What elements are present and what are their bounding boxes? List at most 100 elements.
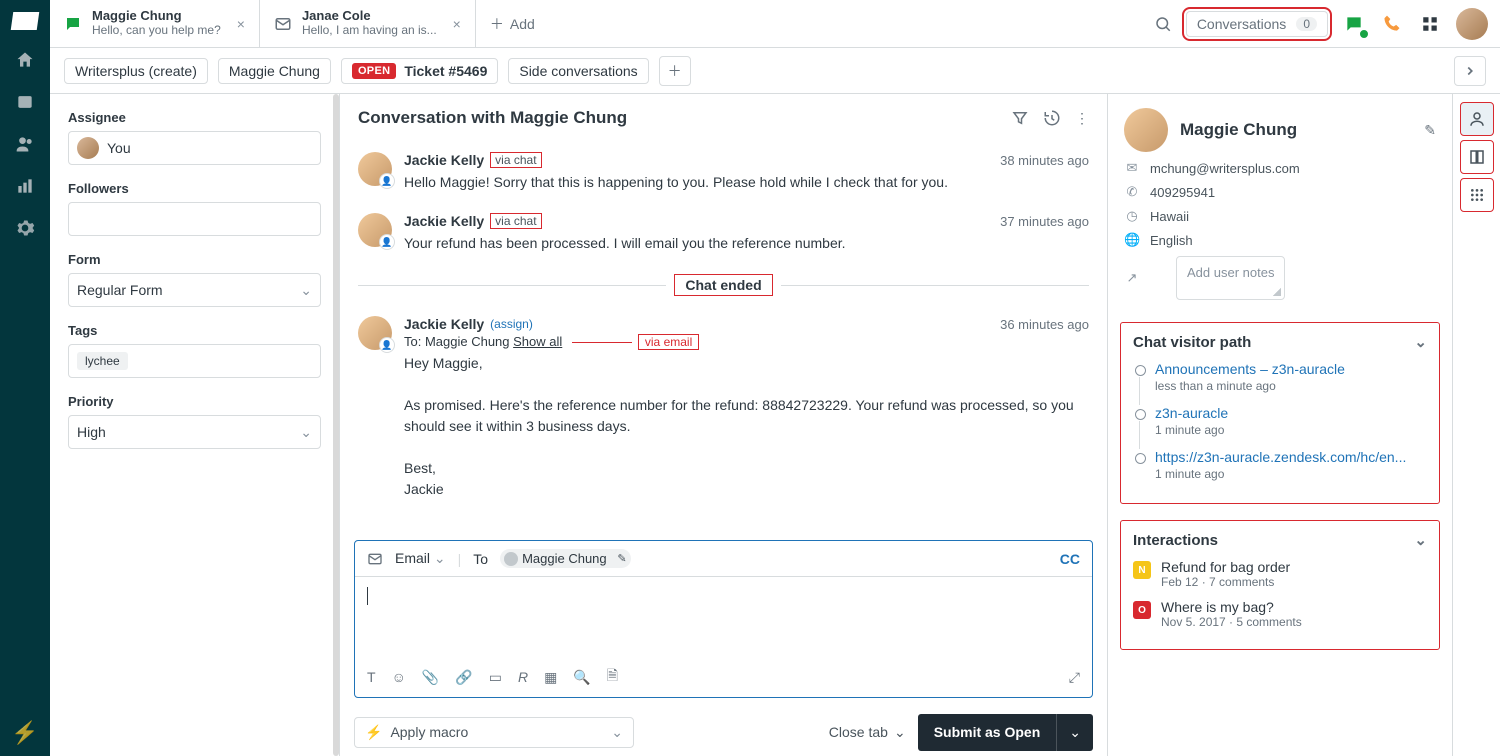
- assign-link[interactable]: (assign): [490, 317, 533, 331]
- chat-bubble-icon: [64, 15, 82, 33]
- status-badge: OPEN: [352, 63, 396, 79]
- link-icon[interactable]: 🔗: [455, 669, 472, 686]
- close-tab-button[interactable]: Close tab ⌄: [829, 724, 906, 741]
- to-label: To: [473, 551, 488, 567]
- search-kb-icon[interactable]: 🔍: [573, 669, 590, 686]
- visitor-path-card: Chat visitor path⌄ Announcements – z3n-a…: [1120, 322, 1440, 504]
- tags-field[interactable]: lychee: [68, 344, 321, 378]
- phone-icon[interactable]: [1380, 12, 1404, 36]
- search-icon[interactable]: [1154, 15, 1172, 33]
- chat-icon[interactable]: [1342, 12, 1366, 36]
- home-icon[interactable]: [13, 48, 37, 72]
- attachment-icon[interactable]: 📎: [422, 669, 439, 686]
- add-tab-button[interactable]: ＋Add: [476, 0, 549, 47]
- customer-card: Maggie Chung ✎ ✉mchung@writersplus.com ✆…: [1108, 94, 1452, 314]
- path-item[interactable]: https://z3n-auracle.zendesk.com/hc/en...…: [1133, 449, 1427, 481]
- reply-composer: Email ⌄ | To Maggie Chung✎ CC T ☺ 📎 🔗 ▭ …: [354, 540, 1093, 698]
- add-side-conversation-button[interactable]: ＋: [659, 56, 691, 86]
- zendesk-logo-icon: ⚡: [11, 720, 38, 746]
- views-icon[interactable]: [13, 90, 37, 114]
- globe-icon: 🌐: [1124, 232, 1140, 248]
- edit-icon[interactable]: ✎: [617, 552, 626, 565]
- assignee-field[interactable]: You: [68, 131, 321, 165]
- knowledge-icon[interactable]: [1460, 140, 1494, 174]
- status-badge: N: [1133, 561, 1151, 579]
- show-all-link[interactable]: Show all: [513, 334, 562, 349]
- chevron-down-icon: ⌄: [300, 282, 312, 299]
- requester-pill[interactable]: Maggie Chung: [218, 58, 331, 84]
- expand-composer-icon[interactable]: ⤢: [1069, 669, 1080, 686]
- chevron-down-icon[interactable]: ⌄: [1414, 531, 1427, 549]
- conversation-title: Conversation with Maggie Chung: [358, 108, 997, 128]
- user-context-icon[interactable]: [1460, 102, 1494, 136]
- status-badge: O: [1133, 601, 1151, 619]
- context-panel: Maggie Chung ✎ ✉mchung@writersplus.com ✆…: [1107, 94, 1452, 756]
- tab-title: Maggie Chung: [92, 9, 221, 23]
- message: 👤 Jackie Kellyvia chat38 minutes ago Hel…: [358, 142, 1089, 203]
- filter-icon[interactable]: [1011, 109, 1029, 127]
- annotation-line: [572, 342, 632, 343]
- customers-icon[interactable]: [13, 132, 37, 156]
- interaction-item[interactable]: N Refund for bag orderFeb 12 · 7 comment…: [1133, 559, 1427, 589]
- cc-button[interactable]: CC: [1060, 551, 1080, 567]
- table-icon[interactable]: ▦: [544, 669, 557, 686]
- user-notes-field[interactable]: Add user notes: [1176, 256, 1285, 300]
- followers-label: Followers: [68, 181, 321, 196]
- admin-icon[interactable]: [13, 216, 37, 240]
- tags-label: Tags: [68, 323, 321, 338]
- avatar: 👤: [358, 152, 392, 186]
- tab-maggie[interactable]: Maggie Chung Hello, can you help me? ×: [50, 0, 260, 47]
- interaction-item[interactable]: O Where is my bag?Nov 5. 2017 · 5 commen…: [1133, 599, 1427, 629]
- emoji-icon[interactable]: ☺: [392, 669, 406, 685]
- path-item[interactable]: z3n-auracle1 minute ago: [1133, 405, 1427, 437]
- ticket-footer: ⚡Apply macro⌄ Close tab ⌄ Submit as Open…: [340, 708, 1107, 756]
- text-format-icon[interactable]: T: [367, 669, 376, 685]
- chevron-down-icon: ⌄: [611, 724, 623, 741]
- tab-janae[interactable]: Janae Cole Hello, I am having an is... ×: [260, 0, 476, 47]
- file-icon[interactable]: 🗎: [607, 665, 618, 689]
- composer-textarea[interactable]: [355, 577, 1092, 657]
- conversation-panel: Conversation with Maggie Chung ⋮ 👤 Jacki…: [340, 94, 1107, 756]
- brand-logo: [11, 12, 40, 30]
- close-icon[interactable]: ×: [237, 16, 245, 32]
- tabs-bar: Maggie Chung Hello, can you help me? × J…: [50, 0, 1500, 48]
- customer-name: Maggie Chung: [1180, 120, 1412, 140]
- priority-select[interactable]: High⌄: [68, 415, 321, 449]
- reporting-icon[interactable]: [13, 174, 37, 198]
- signature-icon[interactable]: R: [518, 669, 528, 685]
- via-chat-annotation: via chat: [490, 152, 541, 168]
- priority-label: Priority: [68, 394, 321, 409]
- profile-avatar[interactable]: [1456, 8, 1488, 40]
- mail-icon: ✉: [1124, 160, 1140, 176]
- edit-icon[interactable]: ✎: [1424, 122, 1436, 139]
- person-icon: 👤: [379, 173, 395, 189]
- chevron-down-icon: ⌄: [300, 424, 312, 441]
- apps-icon[interactable]: [1418, 12, 1442, 36]
- form-select[interactable]: Regular Form⌄: [68, 273, 321, 307]
- apps-grid-icon[interactable]: [1460, 178, 1494, 212]
- history-icon[interactable]: [1043, 109, 1061, 127]
- org-pill[interactable]: Writersplus (create): [64, 58, 208, 84]
- tab-subtitle: Hello, I am having an is...: [302, 23, 437, 37]
- expand-icon[interactable]: [1454, 56, 1486, 86]
- close-icon[interactable]: ×: [453, 16, 461, 32]
- side-conversations-button[interactable]: Side conversations: [508, 58, 648, 84]
- more-icon[interactable]: ⋮: [1075, 110, 1089, 127]
- submit-dropdown[interactable]: ⌄: [1056, 714, 1093, 751]
- submit-button[interactable]: Submit as Open⌄: [918, 714, 1093, 751]
- tag-chip[interactable]: lychee: [77, 352, 128, 370]
- form-label: Form: [68, 252, 321, 267]
- quote-icon[interactable]: ▭: [489, 669, 502, 686]
- conversations-button[interactable]: Conversations 0: [1186, 11, 1328, 37]
- followers-field[interactable]: [68, 202, 321, 236]
- via-chat-annotation: via chat: [490, 213, 541, 229]
- recipient-chip[interactable]: Maggie Chung✎: [500, 549, 631, 568]
- tab-title: Janae Cole: [302, 9, 437, 23]
- ticket-details-panel: Assignee You Followers Form Regular Form…: [50, 94, 340, 756]
- chevron-down-icon[interactable]: ⌄: [1414, 333, 1427, 351]
- email-message: 👤 Jackie Kelly (assign)36 minutes ago To…: [358, 306, 1089, 510]
- ticket-pill[interactable]: OPEN Ticket #5469: [341, 58, 498, 84]
- channel-select[interactable]: Email ⌄: [395, 550, 446, 567]
- path-item[interactable]: Announcements – z3n-auracleless than a m…: [1133, 361, 1427, 393]
- apply-macro-select[interactable]: ⚡Apply macro⌄: [354, 717, 634, 748]
